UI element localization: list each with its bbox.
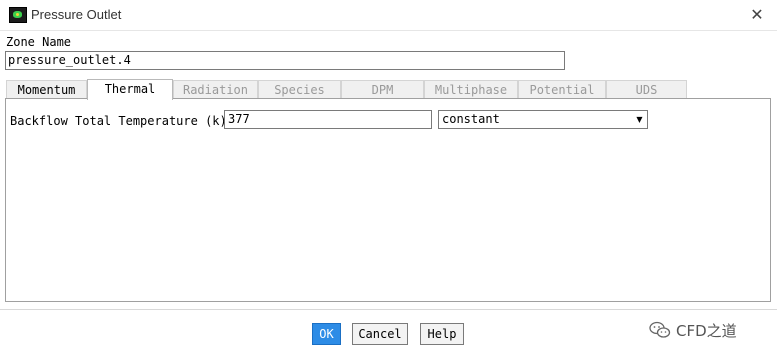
tab-potential: Potential [518,80,606,98]
tab-uds: UDS [606,80,687,98]
tab-multiphase: Multiphase [424,80,518,98]
backflow-temperature-label: Backflow Total Temperature (k) [10,114,227,128]
tab-radiation: Radiation [173,80,258,98]
chevron-down-icon[interactable]: ▼ [633,112,646,127]
backflow-temperature-input[interactable]: 377 [224,110,432,129]
close-button[interactable]: ✕ [747,5,767,25]
button-separator [0,309,777,310]
zone-name-input[interactable]: pressure_outlet.4 [5,51,565,70]
wechat-icon [649,321,671,338]
tab-thermal[interactable]: Thermal [87,79,173,100]
fluent-app-icon [9,7,27,23]
zone-name-label: Zone Name [6,35,72,49]
window-title: Pressure Outlet [31,7,122,22]
tab-momentum[interactable]: Momentum [6,80,87,98]
help-button[interactable]: Help [420,323,464,345]
thermal-panel: Backflow Total Temperature (k) 377 const… [5,98,771,302]
title-bar: Pressure Outlet ✕ [0,0,777,31]
watermark: CFD之道 [649,320,737,340]
tab-dpm: DPM [341,80,424,98]
cancel-button[interactable]: Cancel [352,323,408,345]
temperature-method-dropdown[interactable]: constant ▼ [438,110,648,129]
tab-species: Species [258,80,341,98]
watermark-text: CFD之道 [676,321,737,340]
dropdown-selected-value: constant [442,112,500,126]
ok-button[interactable]: OK [312,323,341,345]
